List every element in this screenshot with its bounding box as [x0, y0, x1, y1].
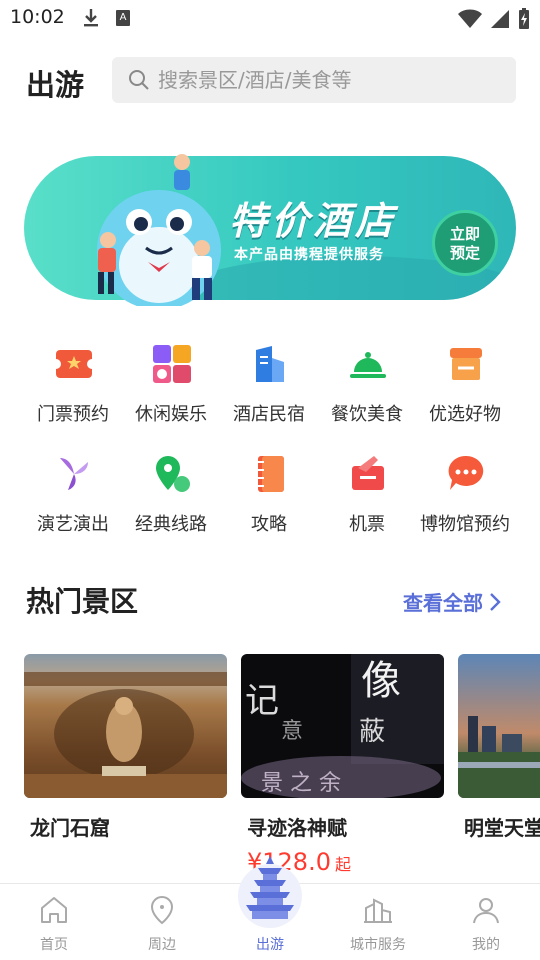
city-skyline-illustration	[458, 716, 540, 798]
category-guide[interactable]: 攻略	[220, 450, 318, 546]
svg-text:记: 记	[245, 681, 279, 721]
status-time: 10:02	[10, 6, 65, 28]
category-museum[interactable]: 博物馆预约	[416, 450, 514, 546]
see-all-label: 查看全部	[403, 591, 483, 615]
shop-icon	[450, 348, 482, 380]
grottoes-illustration	[24, 672, 227, 798]
spot-image	[24, 654, 227, 798]
book-now-line1: 立即	[449, 225, 480, 243]
spot-card[interactable]: 明堂天堂	[458, 654, 540, 840]
flight-icon	[352, 456, 384, 490]
spot-price-suffix: 起	[334, 855, 351, 874]
ticket-icon	[54, 350, 94, 378]
spot-card[interactable]: 龙门石窟	[24, 654, 227, 840]
section-title: 热门景区	[26, 585, 139, 618]
exhibition-illustration: 记 像 蔽 意 景 之 余	[241, 654, 444, 798]
performance-icon	[60, 458, 88, 490]
nav-label: 首页	[40, 937, 68, 953]
category-label: 博物馆预约	[420, 514, 510, 535]
nav-label: 周边	[148, 937, 176, 953]
book-now-button[interactable]: 立即 预定	[432, 210, 498, 276]
spot-image	[458, 654, 540, 798]
promo-banner[interactable]: 特价酒店 本产品由携程提供服务 立即 预定	[24, 140, 516, 306]
banner-headline: 特价酒店	[229, 199, 398, 243]
page-header: 出游	[0, 56, 540, 106]
search-icon	[129, 70, 149, 90]
category-label: 酒店民宿	[233, 404, 305, 425]
dolphin-mascot-icon	[97, 154, 221, 306]
spot-name: 龙门石窟	[30, 816, 110, 840]
battery-icon	[519, 8, 529, 29]
search-input[interactable]	[158, 57, 498, 103]
chevron-right-icon	[490, 592, 501, 611]
nav-label: 城市服务	[350, 937, 406, 953]
pagoda-icon[interactable]	[236, 852, 304, 928]
spot-name: 寻迹洛神赋	[247, 816, 347, 840]
nav-nearby[interactable]: 周边	[108, 884, 216, 960]
leisure-icon	[153, 345, 191, 383]
category-leisure[interactable]: 休闲娱乐	[122, 340, 220, 436]
nav-label: 出游	[256, 937, 284, 953]
signal-icon	[491, 10, 509, 28]
hotel-icon	[256, 346, 284, 382]
see-all-link[interactable]: 查看全部	[403, 587, 501, 616]
dining-icon	[350, 352, 386, 378]
category-label: 优选好物	[429, 404, 501, 425]
svg-text:景 之 余: 景 之 余	[261, 771, 341, 796]
category-label: 餐饮美食	[331, 404, 403, 425]
keyboard-a-icon: A	[116, 10, 130, 26]
nav-profile[interactable]: 我的	[432, 884, 540, 960]
city-icon	[364, 898, 392, 923]
nav-label: 我的	[472, 937, 500, 953]
banner-subtitle: 本产品由携程提供服务	[234, 247, 384, 263]
person-icon	[473, 898, 499, 924]
category-label: 经典线路	[135, 514, 207, 535]
book-now-line2: 预定	[449, 244, 480, 262]
home-icon	[41, 897, 67, 923]
nav-city-services[interactable]: 城市服务	[324, 884, 432, 960]
download-icon	[84, 9, 98, 27]
category-label: 机票	[349, 514, 385, 535]
page-title: 出游	[26, 68, 85, 102]
spot-image: 记 像 蔽 意 景 之 余	[241, 654, 444, 798]
category-label: 门票预约	[37, 404, 109, 425]
svg-text:像: 像	[361, 658, 401, 704]
category-hotel[interactable]: 酒店民宿	[220, 340, 318, 436]
category-label: 攻略	[251, 514, 287, 535]
hot-spots-carousel[interactable]: 龙门石窟 记 像 蔽 意 景 之 余 寻迹洛神赋 ¥128.0 起 明堂天堂	[24, 654, 540, 884]
wifi-icon	[458, 9, 482, 28]
svg-text:意: 意	[281, 719, 303, 744]
category-ticket[interactable]: 门票预约	[24, 340, 122, 436]
category-dining[interactable]: 餐饮美食	[318, 340, 416, 436]
nav-home[interactable]: 首页	[0, 884, 108, 960]
guide-icon	[258, 456, 284, 492]
status-icons	[458, 8, 530, 30]
category-shop[interactable]: 优选好物	[416, 340, 514, 436]
search-bar[interactable]	[112, 57, 516, 103]
spot-name: 明堂天堂	[464, 816, 540, 840]
category-label: 休闲娱乐	[135, 404, 207, 425]
category-route[interactable]: 经典线路	[122, 450, 220, 546]
status-bar: 10:02 A	[0, 0, 540, 38]
location-pin-icon	[150, 895, 174, 925]
museum-icon	[448, 455, 484, 490]
spot-card[interactable]: 记 像 蔽 意 景 之 余 寻迹洛神赋 ¥128.0 起	[241, 654, 444, 876]
category-flight[interactable]: 机票	[318, 450, 416, 546]
category-performance[interactable]: 演艺演出	[24, 450, 122, 546]
category-label: 演艺演出	[37, 514, 109, 535]
route-icon	[156, 456, 190, 492]
svg-text:蔽: 蔽	[359, 717, 385, 747]
